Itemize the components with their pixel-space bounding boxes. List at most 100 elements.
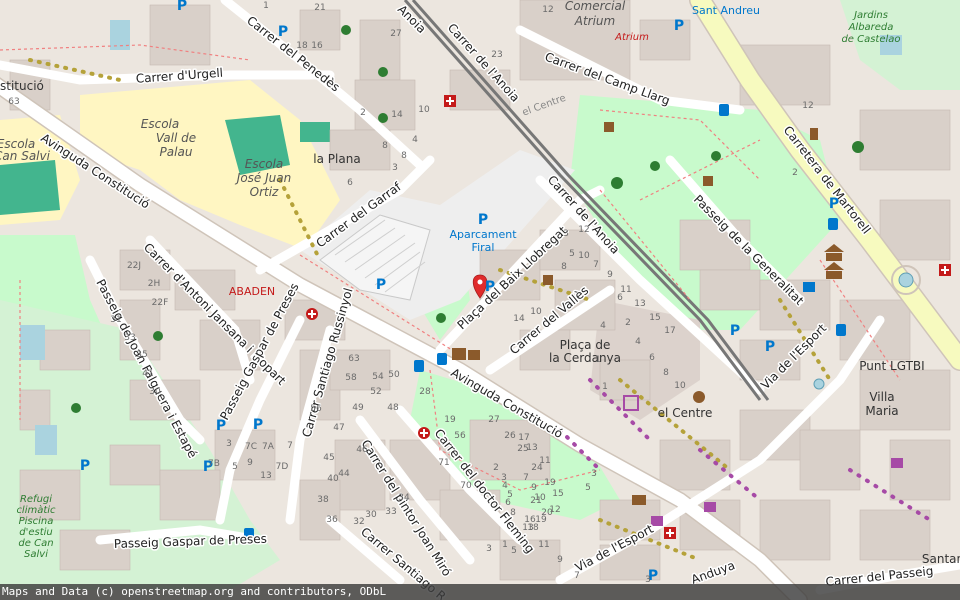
house-number: 7	[593, 260, 599, 270]
house-number: 19	[535, 515, 547, 525]
house-number: 36	[326, 515, 338, 525]
area-label: Atrium	[574, 14, 615, 28]
house-number: 47	[333, 423, 344, 433]
house-number: 9	[531, 483, 537, 493]
parking-label: P	[278, 24, 288, 40]
house-number: 6	[505, 498, 511, 508]
pharmacy-icon	[418, 427, 430, 439]
house-number: 52	[370, 387, 381, 397]
house-number: 50	[388, 370, 400, 380]
place-label: Maria	[865, 404, 898, 418]
house-number: 6	[649, 353, 655, 363]
bus-stop-icon	[437, 353, 447, 365]
area-label: climàtic	[16, 504, 56, 516]
house-number: 40	[327, 474, 339, 484]
house-number: 22F	[152, 298, 169, 308]
house-number: 3	[226, 439, 232, 449]
house-number: 9	[557, 555, 563, 565]
map-attribution: Maps and Data (c) openstreetmap.org and …	[0, 584, 960, 600]
pharmacy-icon	[306, 308, 318, 320]
house-number: 10	[418, 105, 430, 115]
house-number: 11	[538, 540, 549, 550]
house-number: 33	[385, 507, 396, 517]
house-number: 10	[674, 381, 686, 391]
parking-label: P	[376, 277, 386, 293]
house-number: 12	[549, 505, 560, 515]
house-number: 7C	[245, 442, 257, 452]
bus-stop-icon	[828, 218, 838, 230]
house-number: 11	[620, 285, 631, 295]
house-number: 3	[392, 163, 398, 173]
house-number: 10	[530, 307, 542, 317]
park-playground-icon	[436, 313, 446, 323]
shop-icon	[704, 502, 716, 512]
map-canvas[interactable]: Carrer d'Urgell Carrer del Penedès Aving…	[0, 0, 960, 600]
house-number: 35	[136, 350, 147, 360]
house-number: 33	[124, 333, 135, 343]
sport-running-icon	[378, 113, 388, 123]
shop-icon	[651, 516, 663, 526]
house-number: 48	[387, 403, 399, 413]
house-number: 31	[110, 315, 121, 325]
cafe-icon	[543, 275, 553, 285]
house-number: 1	[602, 382, 608, 392]
poi-label-abaden: ABADEN	[229, 285, 275, 298]
house-number: 3	[591, 469, 597, 479]
house-number: 2	[493, 463, 499, 473]
bus-stop-icon	[719, 104, 729, 116]
parking-label: P	[478, 212, 488, 228]
house-number: 56	[454, 431, 466, 441]
place-label: Plaça de	[560, 338, 611, 352]
house-number: 5	[585, 483, 591, 493]
house-number: 7	[523, 473, 529, 483]
house-number: 9	[607, 270, 613, 280]
house-number: 32	[353, 517, 364, 527]
house-number: 13	[634, 299, 645, 309]
house-number: 30	[365, 510, 377, 520]
area-label: Comercial	[565, 0, 626, 13]
house-number: 7B	[208, 459, 220, 469]
house-number: 1	[595, 355, 601, 365]
house-number: 19	[544, 478, 556, 488]
house-number: 2	[625, 318, 631, 328]
place-label: la Cerdanya	[549, 351, 621, 365]
house-number: 41	[142, 369, 153, 379]
house-number: 49	[352, 403, 364, 413]
place-label: la Plana	[313, 152, 360, 166]
house-number: 17	[518, 433, 529, 443]
sport-running-icon	[650, 161, 660, 171]
house-number: 26	[504, 431, 516, 441]
hospital-icon	[664, 527, 676, 539]
parking-label: P	[80, 458, 90, 474]
house-number: 21	[314, 3, 325, 13]
house-number: 1	[502, 540, 508, 550]
house-number: 58	[345, 373, 357, 383]
house-number: 10	[578, 251, 590, 261]
place-label: stitució	[0, 79, 44, 93]
house-number: 22J	[127, 261, 141, 271]
house-number: 7	[287, 441, 293, 451]
dog-park-icon	[852, 141, 864, 153]
house-number: 8	[510, 508, 516, 518]
hospital-icon	[444, 95, 456, 107]
park-playground-icon	[711, 151, 721, 161]
house-number: 71	[438, 458, 449, 468]
area-label: Can Salvi	[0, 149, 51, 163]
bus-stop-icon	[836, 324, 846, 336]
area-label: Palau	[160, 145, 193, 159]
house-number: 13	[260, 471, 271, 481]
house-number: 3	[563, 229, 569, 239]
house-number: 17	[664, 326, 675, 336]
place-label: el Centre	[658, 406, 713, 420]
house-number: 19	[444, 415, 456, 425]
park-playground-icon	[153, 331, 163, 341]
house-number: 12	[542, 5, 553, 15]
house-number: 8	[382, 141, 388, 151]
place-label: Punt LGTBI	[859, 359, 924, 373]
area-label: Firal	[472, 241, 495, 254]
house-number: 2	[792, 168, 798, 178]
house-number: 5	[232, 462, 238, 472]
house-number: 63	[348, 354, 359, 364]
house-number: 4	[600, 321, 606, 331]
house-number: 12	[802, 101, 813, 111]
